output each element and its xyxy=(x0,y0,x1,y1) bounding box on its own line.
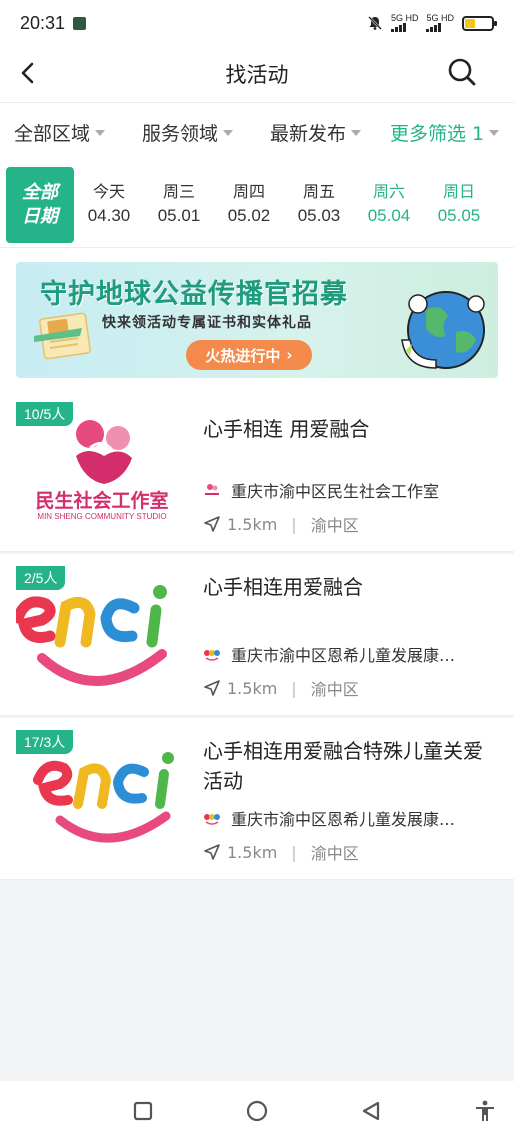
filter-more-label: 更多筛选 1 xyxy=(390,123,485,145)
minsheng-logo-subtext: MIN SHENG COMMUNITY STUDIO xyxy=(37,512,167,521)
triangle-back-icon[interactable] xyxy=(359,1099,383,1123)
sim2-label: 5G HD xyxy=(426,13,454,23)
date-selector: 全部 日期 今天 04.30 周三 05.01 周四 05.02 周五 05.0… xyxy=(0,162,514,248)
banner-subtitle: 快来领活动专属证书和实体礼品 xyxy=(102,315,312,331)
banner-button-label: 火热进行中 xyxy=(205,346,281,365)
location-arrow-icon xyxy=(204,516,220,532)
activity-card[interactable]: 17/3人 心手相连用爱融合特殊儿童关爱活动 重庆市渝中区恩希儿童发展康… 1.… xyxy=(0,718,514,880)
sim1-label: 5G HD xyxy=(390,13,419,23)
mute-icon xyxy=(368,16,382,30)
activity-organizer: 重庆市渝中区恩希儿童发展康… xyxy=(203,642,493,666)
activity-distance: 1.5km xyxy=(227,514,278,534)
activity-distance: 1.5km xyxy=(227,678,278,698)
activity-title: 心手相连用爱融合特殊儿童关爱活动 xyxy=(203,739,483,793)
activity-meta: 1.5km | 渝中区 xyxy=(203,840,359,864)
activity-district: 渝中区 xyxy=(310,680,359,699)
participants-badge: 17/3人 xyxy=(16,730,74,754)
globe-icon xyxy=(401,291,485,369)
filter-sort[interactable]: 最新发布 xyxy=(270,119,362,146)
date-item[interactable]: 周日 05.05 xyxy=(424,181,494,229)
filter-more[interactable]: 更多筛选 1 xyxy=(390,119,500,146)
battery-icon xyxy=(462,15,497,31)
page-title: 找活动 xyxy=(225,63,289,87)
date-weekday: 周日 xyxy=(442,181,475,201)
date-value: 05.03 xyxy=(297,205,341,225)
accessibility-icon[interactable] xyxy=(473,1099,497,1123)
organizer-name: 重庆市渝中区民生社会工作室 xyxy=(231,482,440,501)
banner-title: 守护地球公益传播官招募 xyxy=(40,279,348,310)
activity-meta: 1.5km | 渝中区 xyxy=(203,512,359,536)
date-item[interactable]: 周三 05.01 xyxy=(144,181,214,229)
activity-organizer: 重庆市渝中区恩希儿童发展康… xyxy=(203,806,493,830)
search-icon[interactable] xyxy=(446,56,478,88)
signal-icon: 5G HD xyxy=(390,13,419,32)
location-arrow-icon xyxy=(204,680,220,696)
chevron-down-icon xyxy=(95,129,106,136)
back-icon[interactable] xyxy=(14,58,44,88)
activity-district: 渝中区 xyxy=(310,516,359,535)
status-icons: 5G HD 5G HD xyxy=(367,13,497,32)
activity-title: 心手相连用爱融合 xyxy=(203,575,363,599)
activity-distance: 1.5km xyxy=(227,842,278,862)
status-bar: 20:31 5G HD 5G HD xyxy=(0,0,514,46)
square-recents-icon[interactable] xyxy=(131,1099,155,1123)
banner-button[interactable]: 火热进行中 › xyxy=(186,340,312,370)
all-dates-label-2: 日期 xyxy=(22,205,58,227)
date-weekday: 周五 xyxy=(302,181,335,201)
filter-bar: 全部区域 服务领域 最新发布 更多筛选 1 xyxy=(0,102,514,162)
signal-icon: 5G HD xyxy=(426,14,454,32)
date-item[interactable]: 周六 05.04 xyxy=(354,181,424,229)
date-value: 05.02 xyxy=(227,205,271,225)
date-item[interactable]: 周四 05.02 xyxy=(214,181,284,229)
top-header: 找活动 xyxy=(0,46,514,102)
organizer-name: 重庆市渝中区恩希儿童发展康… xyxy=(231,646,456,665)
date-value: 05.04 xyxy=(367,205,411,225)
participants-badge: 10/5人 xyxy=(16,402,74,426)
date-weekday: 周四 xyxy=(232,181,265,201)
date-weekday: 今天 xyxy=(92,181,125,201)
status-time: 20:31 xyxy=(20,12,66,33)
activity-meta: 1.5km | 渝中区 xyxy=(203,676,359,700)
date-weekday: 周三 xyxy=(162,181,195,201)
all-dates-label-1: 全部 xyxy=(22,181,58,203)
date-value: 04.30 xyxy=(87,205,131,225)
minsheng-logo-text: 民生社会工作室 xyxy=(35,490,169,512)
activity-title: 心手相连 用爱融合 xyxy=(203,417,370,441)
date-value: 05.05 xyxy=(437,205,481,225)
location-arrow-icon xyxy=(204,844,220,860)
date-item[interactable]: 今天 04.30 xyxy=(74,181,144,229)
chevron-down-icon xyxy=(223,129,234,136)
date-value: 05.01 xyxy=(157,205,201,225)
organizer-name: 重庆市渝中区恩希儿童发展康… xyxy=(231,810,456,829)
date-weekday: 周六 xyxy=(372,181,405,201)
meta-divider: | xyxy=(291,842,297,862)
activity-district: 渝中区 xyxy=(310,844,359,863)
filter-service-label: 服务领域 xyxy=(142,123,219,145)
participants-badge: 2/5人 xyxy=(16,566,66,590)
activity-card[interactable]: 民生社会工作室 MIN SHENG COMMUNITY STUDIO 10/5人… xyxy=(0,390,514,552)
all-dates-button[interactable]: 全部 日期 xyxy=(6,166,74,243)
certificate-icon xyxy=(34,312,91,360)
banner-section: 守护地球公益传播官招募 快来领活动专属证书和实体礼品 火热进行中 › xyxy=(0,248,514,390)
organizer-logo-icon xyxy=(205,484,219,495)
system-nav-bar xyxy=(0,1081,514,1141)
activity-card[interactable]: 2/5人 心手相连用爱融合 重庆市渝中区恩希儿童发展康… 1.5km | 渝中区 xyxy=(0,554,514,716)
filter-area[interactable]: 全部区域 xyxy=(14,119,106,146)
chevron-right-icon: › xyxy=(286,346,293,364)
organizer-logo-icon xyxy=(204,650,220,661)
activity-organizer: 重庆市渝中区民生社会工作室 xyxy=(203,478,493,502)
app-notification-icon xyxy=(73,16,87,30)
filter-sort-label: 最新发布 xyxy=(270,123,347,145)
meta-divider: | xyxy=(291,678,297,698)
meta-divider: | xyxy=(291,514,297,534)
organizer-logo-icon xyxy=(204,814,220,825)
date-item[interactable]: 周五 05.03 xyxy=(284,181,354,229)
chevron-down-icon xyxy=(489,129,500,136)
circle-home-icon[interactable] xyxy=(245,1099,269,1123)
promo-banner[interactable]: 守护地球公益传播官招募 快来领活动专属证书和实体礼品 火热进行中 › xyxy=(16,262,498,378)
filter-service[interactable]: 服务领域 xyxy=(142,119,234,146)
chevron-down-icon xyxy=(351,129,362,136)
filter-area-label: 全部区域 xyxy=(14,123,91,145)
